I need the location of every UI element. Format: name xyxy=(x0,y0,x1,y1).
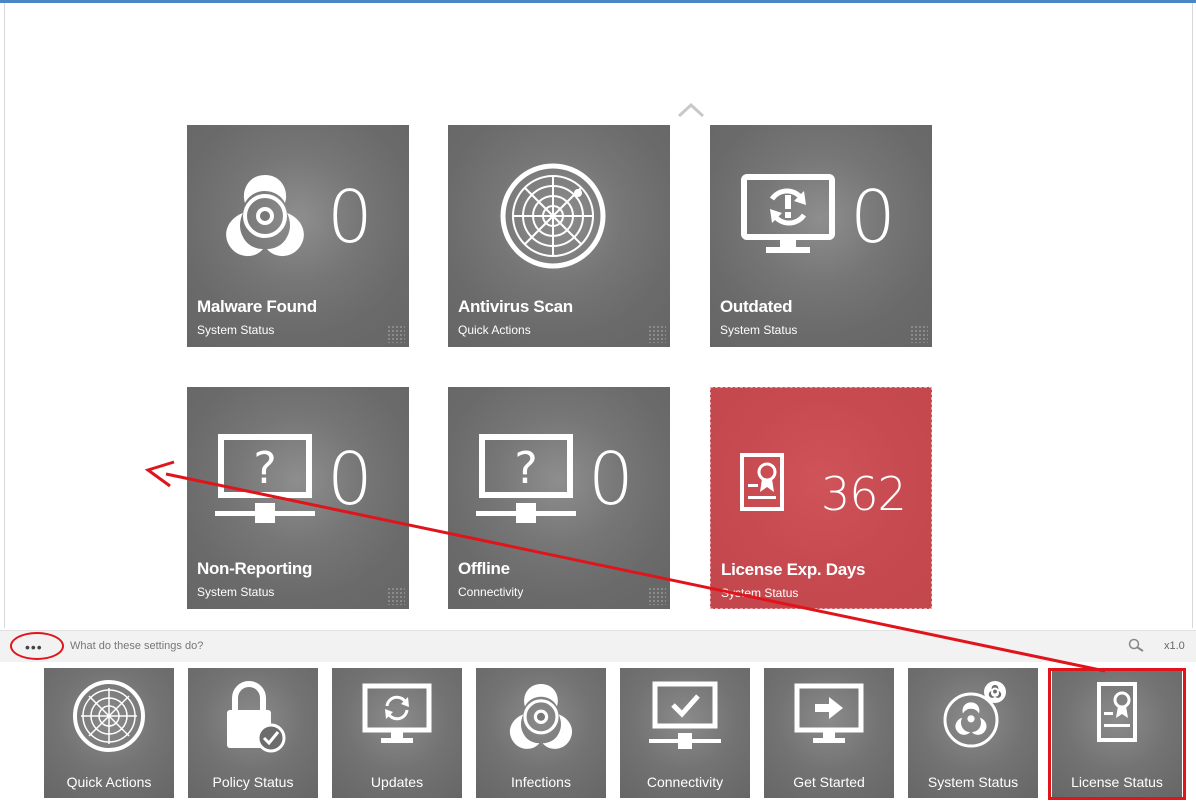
tile-outdated[interactable]: 0 Outdated System Status xyxy=(710,125,932,347)
tile-subtitle: Connectivity xyxy=(458,585,524,599)
dock-item-connectivity[interactable]: Connectivity xyxy=(620,668,750,798)
license-certificate-icon xyxy=(740,453,784,511)
dock-item-label: Quick Actions xyxy=(66,774,152,790)
annotation-highlight-box xyxy=(1048,668,1186,800)
dock-item-label: System Status xyxy=(927,774,1019,790)
dock-item-system-status[interactable]: System Status xyxy=(908,668,1038,798)
search-icon[interactable] xyxy=(1128,638,1144,654)
settings-help-link[interactable]: What do these settings do? xyxy=(70,640,203,652)
dock-item-policy-status[interactable]: Policy Status xyxy=(188,668,318,798)
tile-subtitle: System Status xyxy=(197,585,275,599)
right-border xyxy=(1192,3,1193,628)
annotation-circle xyxy=(10,632,64,660)
tile-non-reporting[interactable]: ? 0 Non-Reporting System Status xyxy=(187,387,409,609)
dock-item-label: Policy Status xyxy=(212,774,294,790)
malware-count: 0 xyxy=(327,175,373,259)
monitor-check-icon xyxy=(649,681,721,749)
left-border xyxy=(4,3,5,628)
biohazard-icon xyxy=(509,684,573,749)
tile-title: Antivirus Scan xyxy=(458,297,573,316)
monitor-sync-icon xyxy=(362,683,432,743)
tile-offline[interactable]: ? 0 Offline Connectivity xyxy=(448,387,670,609)
zoom-level[interactable]: x1.0 xyxy=(1164,640,1185,652)
resize-grip xyxy=(910,325,928,343)
tile-subtitle: System Status xyxy=(720,323,798,337)
dock-item-label: Connectivity xyxy=(646,774,724,790)
biohazard-badge-icon xyxy=(943,681,1006,748)
dock-item-label: Get Started xyxy=(793,774,865,790)
tile-subtitle: Quick Actions xyxy=(458,323,531,337)
resize-grip xyxy=(387,587,405,605)
tile-title: Malware Found xyxy=(197,297,317,316)
monitor-question-icon: ? xyxy=(215,434,315,523)
non-reporting-count: 0 xyxy=(327,437,373,521)
svg-text:?: ? xyxy=(514,443,537,494)
resize-grip xyxy=(648,587,666,605)
biohazard-icon xyxy=(226,175,304,257)
tile-license-exp-days[interactable]: 362 License Exp. Days System Status xyxy=(710,387,932,609)
tile-title: License Exp. Days xyxy=(721,560,866,579)
tile-subtitle: System Status xyxy=(721,586,799,600)
dock-item-infections[interactable]: Infections xyxy=(476,668,606,798)
tile-malware-found[interactable]: 0 Malware Found System Status xyxy=(187,125,409,347)
svg-text:?: ? xyxy=(253,443,276,494)
top-accent-line xyxy=(0,0,1196,3)
tile-title: Outdated xyxy=(720,297,793,316)
scroll-up-chevron-icon[interactable] xyxy=(676,100,706,120)
radar-icon xyxy=(73,680,145,752)
tile-antivirus-scan[interactable]: Antivirus Scan Quick Actions xyxy=(448,125,670,347)
monitor-arrow-icon xyxy=(794,683,864,743)
resize-grip xyxy=(648,325,666,343)
lock-check-icon xyxy=(227,681,286,753)
license-days-count: 362 xyxy=(821,467,907,521)
monitor-question-icon: ? xyxy=(476,434,576,523)
monitor-update-icon xyxy=(741,174,835,253)
dock-item-label: Infections xyxy=(511,774,571,790)
dock-item-updates[interactable]: Updates xyxy=(332,668,462,798)
radar-icon xyxy=(500,163,606,269)
tile-title: Offline xyxy=(458,559,510,578)
dock-item-quick-actions[interactable]: Quick Actions xyxy=(44,668,174,798)
outdated-count: 0 xyxy=(850,175,896,259)
offline-count: 0 xyxy=(588,437,634,521)
dock-item-label: Updates xyxy=(370,774,424,790)
tile-subtitle: System Status xyxy=(197,323,275,337)
tile-title: Non-Reporting xyxy=(197,559,313,578)
dock-item-get-started[interactable]: Get Started xyxy=(764,668,894,798)
resize-grip xyxy=(387,325,405,343)
